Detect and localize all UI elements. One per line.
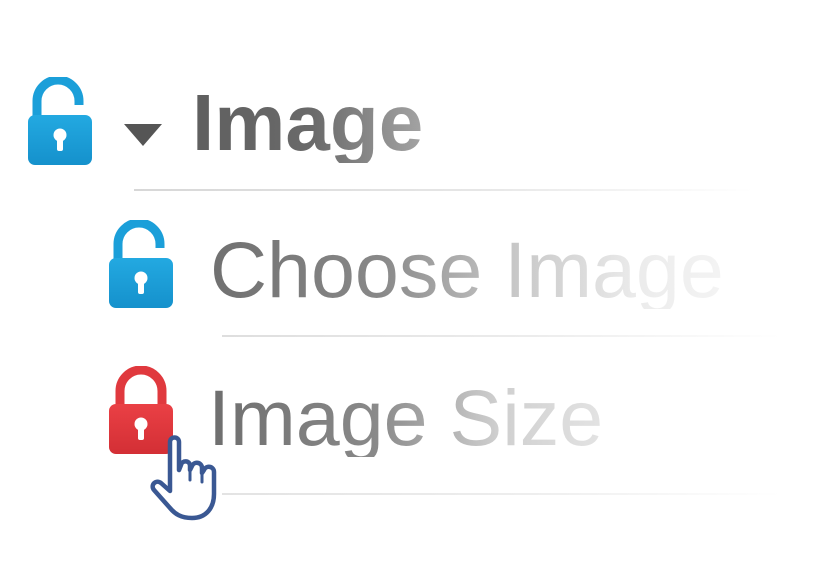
divider: [222, 493, 782, 495]
menu-item-label: Choose Image: [210, 225, 724, 314]
hand-pointer-icon: [150, 435, 217, 521]
divider: [134, 189, 754, 191]
menu-item-label: Image Size: [208, 373, 604, 462]
unlocked-padlock-icon[interactable]: [27, 77, 93, 165]
caret-down-icon[interactable]: [124, 124, 162, 146]
section-label: Image: [192, 78, 424, 167]
divider: [222, 335, 782, 337]
unlocked-padlock-icon[interactable]: [108, 220, 174, 308]
